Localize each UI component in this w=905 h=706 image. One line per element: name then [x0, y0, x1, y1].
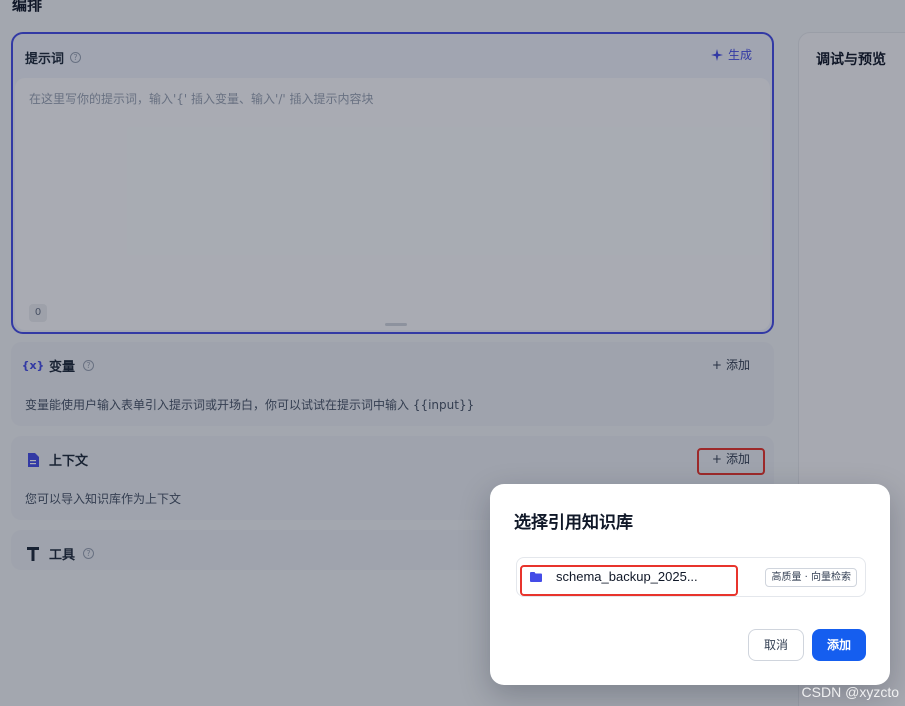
cancel-button[interactable]: 取消: [748, 629, 804, 661]
add-button[interactable]: 添加: [812, 629, 866, 661]
modal-title: 选择引用知识库: [514, 513, 633, 533]
knowledge-base-badge: 高质量 · 向量检索: [765, 568, 857, 587]
app-page: 编排 提示词 ? 生成 在这里写你的提示词，输入'{' 插入变量、输入'/' 插…: [0, 0, 905, 706]
watermark: CSDN @xyzcto: [801, 684, 899, 700]
knowledge-base-highlight: [520, 565, 738, 596]
